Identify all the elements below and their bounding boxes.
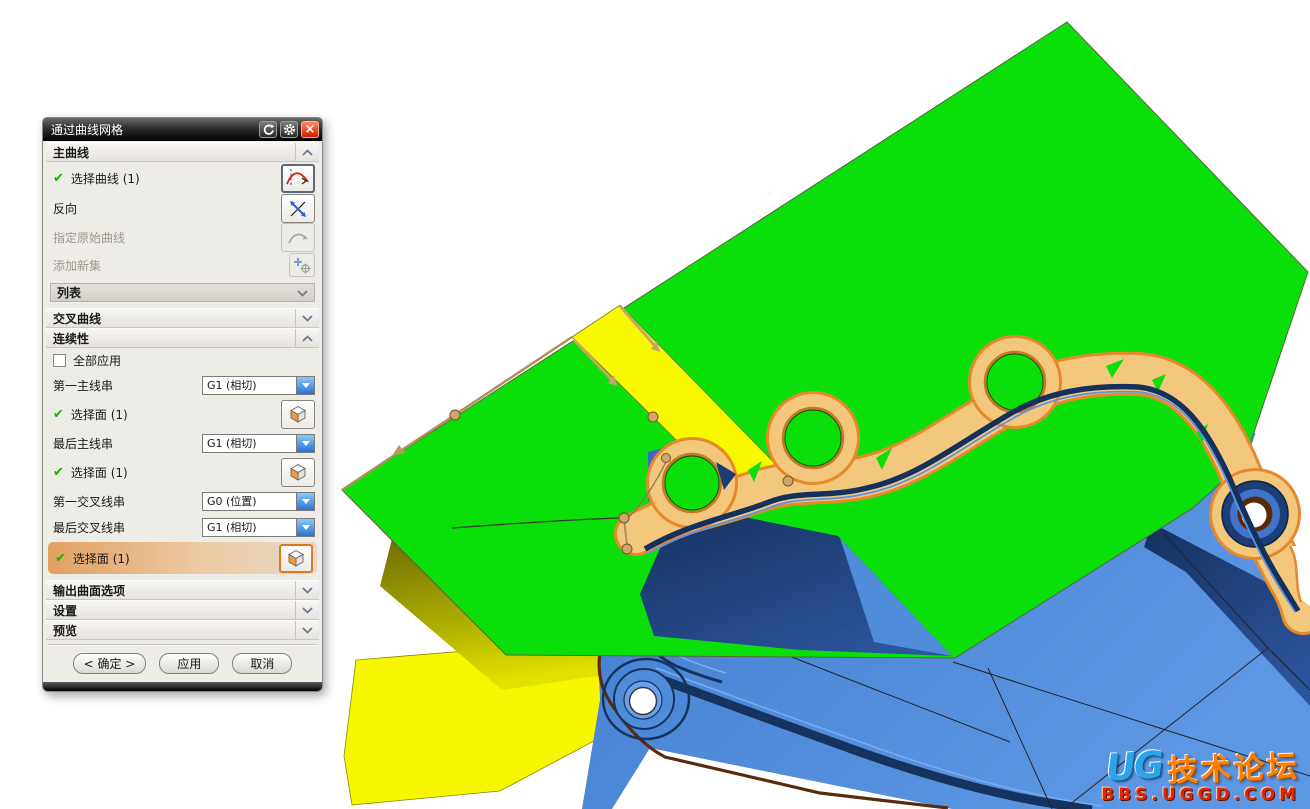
list-expander[interactable]: 列表 [50,283,315,302]
cancel-button[interactable]: 取消 [232,653,292,674]
dropdown-value: G1 (相切) [203,435,296,451]
row-select-face-2: ✔ 选择面 (1) [46,456,319,488]
chevron-down-icon[interactable] [295,309,317,327]
section-output-surface-options[interactable]: 输出曲面选项 [46,580,319,600]
apply-button[interactable]: 应用 [159,653,219,674]
last-cross-label: 最后交叉线串 [53,519,125,536]
select-face-label: 选择面 (1) [73,550,130,567]
reset-icon [262,123,275,136]
dropdown-arrow-icon [296,519,314,536]
select-face-button-2[interactable] [281,458,315,487]
close-button[interactable]: × [301,121,319,138]
last-primary-label: 最后主线串 [53,435,113,452]
face-cube-icon [287,403,309,425]
face-cube-icon [285,547,307,569]
reverse-direction-button[interactable] [281,194,315,223]
row-select-face-1: ✔ 选择面 (1) [46,398,319,430]
section-label: 设置 [53,602,77,619]
first-primary-dropdown[interactable]: G1 (相切) [202,376,315,395]
section-label: 交叉曲线 [53,310,101,327]
check-icon: ✔ [53,407,64,422]
dialog-options-button[interactable] [280,121,298,138]
first-cross-dropdown[interactable]: G0 (位置) [202,492,315,511]
row-first-cross: 第一交叉线串 G0 (位置) [46,488,319,514]
add-new-set-button[interactable] [289,253,315,277]
face-cube-icon [287,461,309,483]
row-reverse: 反向 [46,194,319,223]
add-new-set-label: 添加新集 [53,257,101,274]
row-select-curve: ✔ 选择曲线 (1) [46,162,319,194]
dropdown-value: G1 (相切) [203,519,296,535]
curve-select-icon [285,167,311,189]
row-select-face-3-active: ✔ 选择面 (1) [48,542,317,574]
section-label: 输出曲面选项 [53,582,125,599]
row-first-primary: 第一主线串 G1 (相切) [46,372,319,398]
select-curve-label: 选择曲线 (1) [71,170,140,187]
section-label: 连续性 [53,330,89,347]
apply-all-checkbox[interactable] [53,354,66,367]
last-primary-dropdown[interactable]: G1 (相切) [202,434,315,453]
dropdown-value: G1 (相切) [203,377,296,393]
boss-left-hole [630,688,657,715]
row-specify-origin-curve: 指定原始曲线 [46,223,319,252]
check-icon: ✔ [53,171,64,186]
chevron-up-icon[interactable] [295,143,317,161]
through-curve-mesh-dialog: 通过曲线网格 × 主曲线 [42,117,323,692]
dialog-title: 通过曲线网格 [51,121,256,138]
row-apply-all: 全部应用 [46,348,319,372]
section-label: 预览 [53,622,77,639]
section-continuity[interactable]: 连续性 [46,328,319,348]
section-settings[interactable]: 设置 [46,600,319,620]
reverse-direction-icon [287,199,309,219]
ok-button[interactable]: < 确定 > [73,653,147,674]
apply-all-label: 全部应用 [73,352,121,369]
row-add-new-set: 添加新集 [46,252,319,278]
dropdown-arrow-icon [296,377,314,394]
specify-origin-label: 指定原始曲线 [53,229,125,246]
row-last-primary: 最后主线串 G1 (相切) [46,430,319,456]
select-face-label: 选择面 (1) [71,406,128,423]
row-last-cross: 最后交叉线串 G1 (相切) [46,514,319,540]
select-curve-button[interactable] [281,164,315,193]
chevron-down-icon[interactable] [295,601,317,619]
check-icon: ✔ [55,551,66,566]
dropdown-value: G0 (位置) [203,493,296,509]
section-label: 主曲线 [53,144,89,161]
section-cross-curve[interactable]: 交叉曲线 [46,308,319,328]
first-cross-label: 第一交叉线串 [53,493,125,510]
chevron-down-icon [297,286,308,300]
chevron-down-icon[interactable] [295,581,317,599]
chevron-up-icon[interactable] [295,329,317,347]
select-face-button-1[interactable] [281,400,315,429]
reset-button[interactable] [259,121,277,138]
dialog-resize-grip[interactable] [43,682,322,691]
chevron-down-icon[interactable] [295,621,317,639]
dropdown-arrow-icon [296,435,314,452]
dropdown-arrow-icon [296,493,314,510]
last-cross-dropdown[interactable]: G1 (相切) [202,518,315,537]
add-set-icon [293,256,311,274]
dialog-titlebar[interactable]: 通过曲线网格 × [43,118,322,141]
first-primary-label: 第一主线串 [53,377,113,394]
select-face-button-3[interactable] [279,544,313,573]
section-main-curve[interactable]: 主曲线 [46,142,319,162]
specify-origin-button[interactable] [281,223,315,252]
check-icon: ✔ [53,465,64,480]
section-preview[interactable]: 预览 [46,620,319,640]
gear-icon [283,123,296,136]
reverse-label: 反向 [53,200,77,217]
origin-curve-icon [286,228,310,248]
select-face-label: 选择面 (1) [71,464,128,481]
list-label: 列表 [57,284,81,301]
application-window: UG 技术论坛 BBS.UGGD.COM 通过曲线网格 × [0,0,1310,809]
